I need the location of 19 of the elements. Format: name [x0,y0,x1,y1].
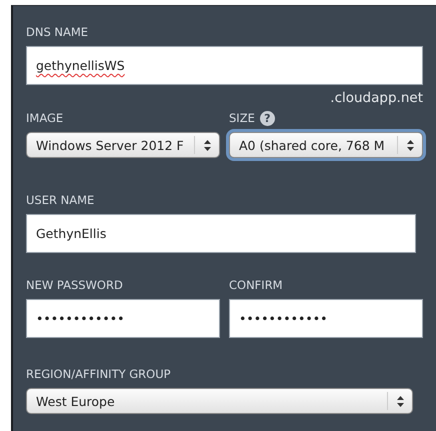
field-label: CONFIRM [229,278,283,292]
up-down-arrows-icon [406,140,414,150]
field-label: USER NAME [26,193,94,207]
field-label: IMAGE [26,111,64,125]
dropdown-select[interactable]: A0 (shared core, 768 M [229,132,423,158]
field-label: REGION/AFFINITY GROUP [26,367,171,381]
text-field[interactable]: GethynEllis [26,214,416,253]
text-field[interactable]: gethynellisWS [26,46,423,85]
field-label: SIZE [229,111,255,125]
text-field[interactable]: •••••••••••• [26,299,220,338]
up-down-arrows-icon [396,396,404,406]
field-label: DNS NAME [26,25,88,39]
up-down-arrows-icon [204,140,210,150]
dropdown-select[interactable]: Windows Server 2012 F [26,132,220,158]
text-field[interactable]: •••••••••••• [229,299,423,338]
dropdown-select[interactable]: West Europe [26,388,413,414]
domain-suffix: .cloudapp.net [329,90,423,106]
field-label: NEW PASSWORD [26,278,123,292]
help-icon[interactable]: ? [260,110,275,126]
